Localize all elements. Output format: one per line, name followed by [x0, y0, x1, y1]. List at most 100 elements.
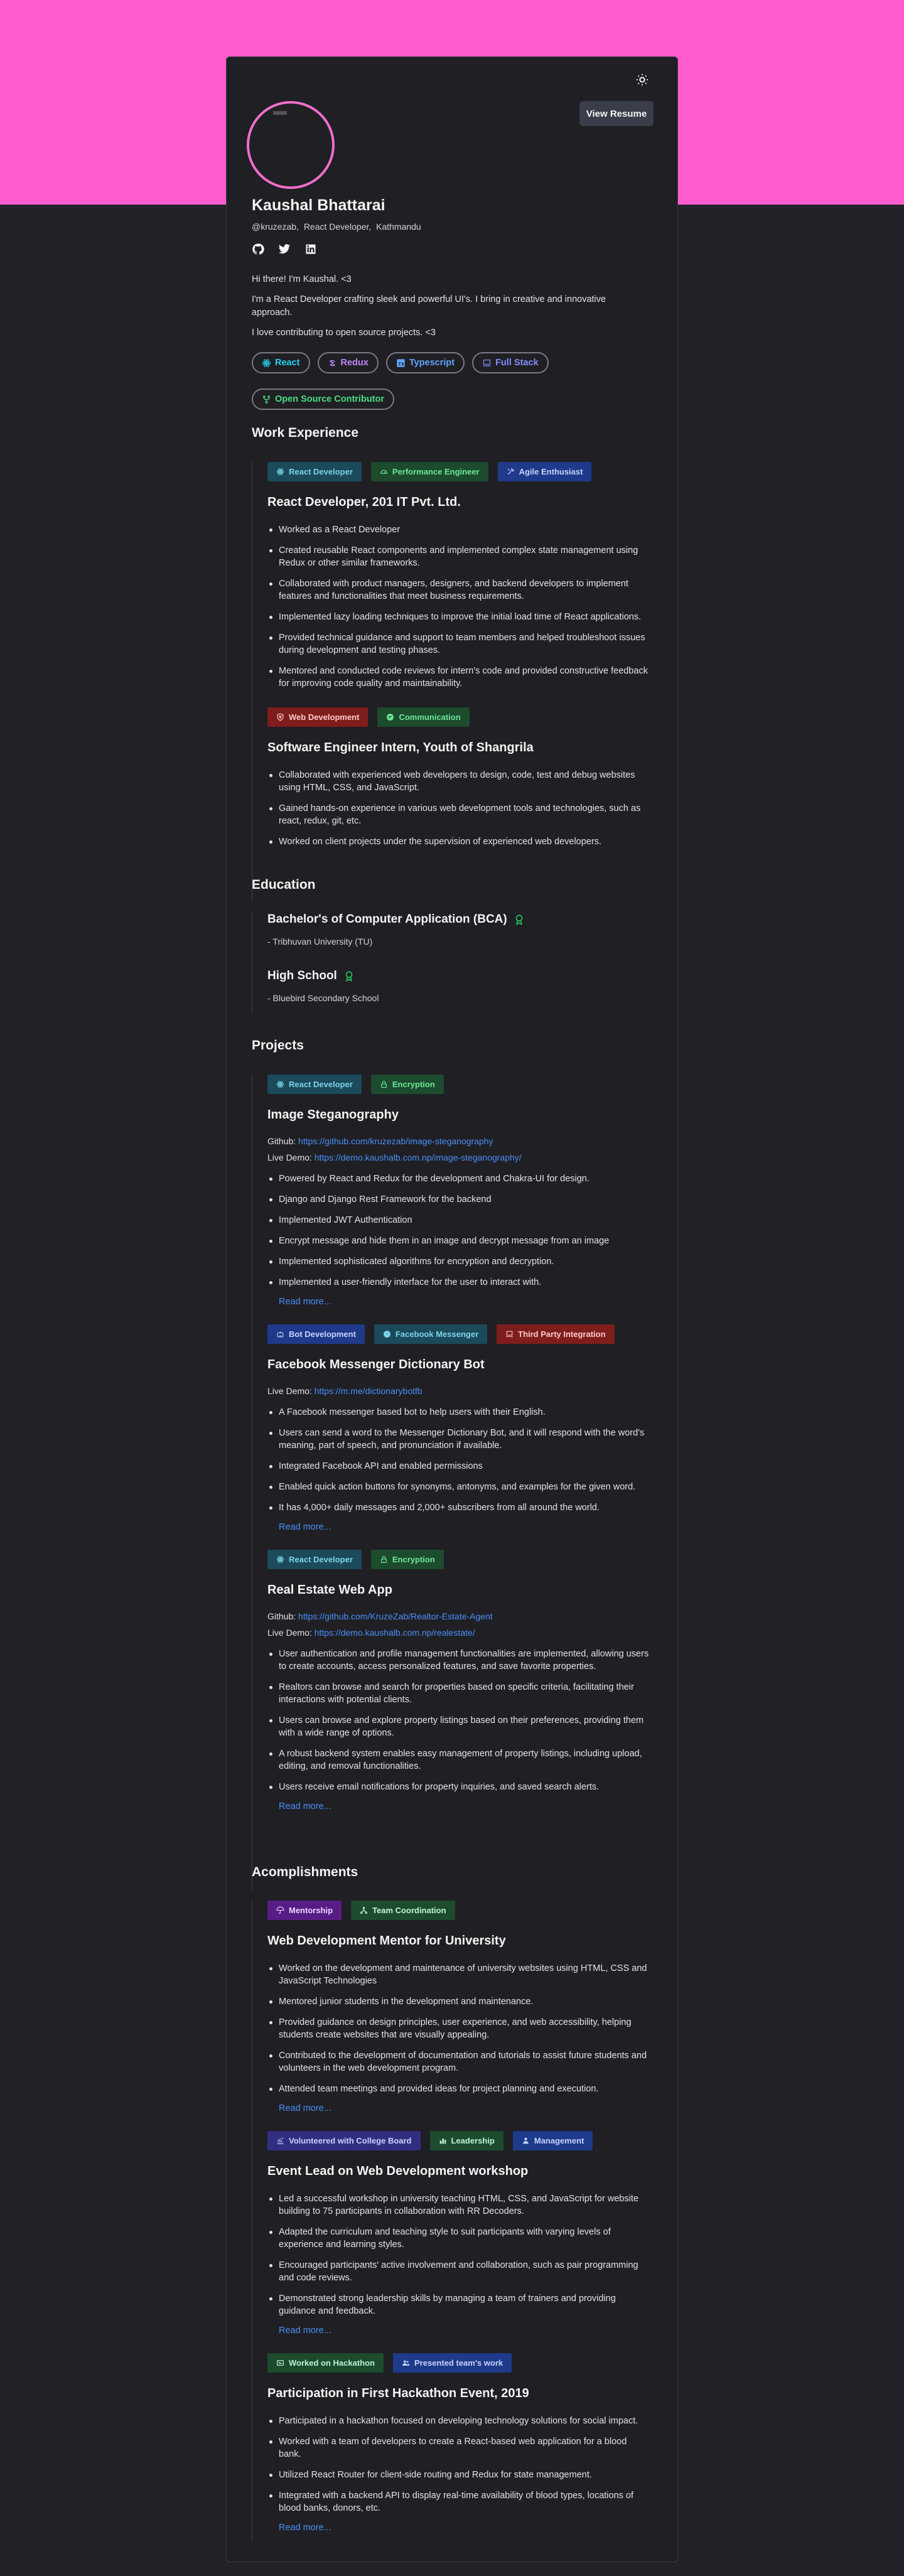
tag-badge: React Developer: [267, 1550, 362, 1569]
tag-label: Volunteered with College Board: [289, 2136, 412, 2145]
bullet-item: Gained hands-on experience in various we…: [267, 802, 650, 827]
project-title: Real Estate Web App: [267, 1583, 392, 1597]
bullet-item: Implemented lazy loading techniques to i…: [267, 611, 650, 623]
education-title-text: Bachelor's of Computer Application (BCA): [267, 913, 507, 926]
tag-badge: Communication: [377, 707, 470, 727]
education-title-text: High School: [267, 969, 337, 982]
tag-row: Bot Development Facebook Messenger Third P…: [267, 1324, 654, 1344]
bullet-item: Adapted the curriculum and teaching styl…: [267, 2226, 650, 2251]
messenger-icon: [383, 1330, 391, 1338]
users-icon: [402, 2359, 410, 2367]
skill-pill[interactable]: Redux: [317, 352, 379, 373]
tag-badge: Presented team's work: [393, 2353, 512, 2373]
react-icon: [276, 1080, 284, 1088]
theme-toggle-sun-icon[interactable]: [635, 72, 650, 87]
github-link[interactable]: https://github.com/kruzezab/image-stegan…: [298, 1136, 493, 1146]
shield-icon: [276, 713, 284, 721]
react-icon: [276, 468, 284, 476]
bullet-item: Users can send a word to the Messenger D…: [267, 1427, 650, 1452]
react-icon: [262, 358, 271, 368]
demo-link-row: Live Demo: https://demo.kaushalb.com.np/…: [267, 1628, 654, 1638]
read-more-link[interactable]: Read more...: [267, 2523, 654, 2533]
tag-label: Team Coordination: [372, 1906, 446, 1915]
github-icon[interactable]: [252, 243, 264, 255]
tag-label: Management: [534, 2136, 584, 2145]
demo-link[interactable]: https://m.me/dictionarybotfb: [315, 1386, 422, 1396]
bullet-item: Implemented JWT Authentication: [267, 1214, 650, 1226]
skill-pill[interactable]: Typescript: [385, 352, 465, 373]
bullet-list: Collaborated with experienced web develo…: [267, 769, 654, 848]
timeline-entry: Mentorship Team Coordination Web Developme…: [267, 1901, 654, 2113]
demo-link-row: Live Demo: https://demo.kaushalb.com.np/…: [267, 1152, 654, 1162]
bullet-item: Collaborated with experienced web develo…: [267, 769, 650, 794]
tag-badge: Agile Enthusiast: [497, 462, 592, 481]
bullet-item: Led a successful workshop in university …: [267, 2192, 650, 2218]
demo-link[interactable]: https://demo.kaushalb.com.np/image-stega…: [315, 1152, 522, 1162]
bullet-item: Implemented sophisticated algorithms for…: [267, 1255, 650, 1268]
tag-label: React Developer: [289, 1555, 353, 1564]
bio: Hi there! I'm Kaushal. <3 I'm a React De…: [252, 273, 628, 346]
bullet-item: Integrated with a backend API to display…: [267, 2489, 650, 2514]
tag-label: Bot Development: [289, 1329, 356, 1339]
bullet-item: Enabled quick action buttons for synonym…: [267, 1481, 650, 1493]
view-resume-button[interactable]: View Resume: [579, 101, 654, 126]
skill-pill[interactable]: Open Source Contributor: [252, 389, 394, 410]
tag-badge: Facebook Messenger: [374, 1324, 488, 1344]
read-more-link[interactable]: Read more...: [267, 2103, 654, 2113]
accomplishment-title: Event Lead on Web Development workshop: [267, 2164, 529, 2178]
tag-label: Worked on Hackathon: [289, 2358, 375, 2368]
bullet-item: Participated in a hackathon focused on d…: [267, 2415, 650, 2427]
read-more-link[interactable]: Read more...: [267, 2326, 654, 2336]
bullet-item: Worked on client projects under the supe…: [267, 835, 650, 848]
bullet-list: A Facebook messenger based bot to help u…: [267, 1406, 654, 1514]
demo-label: Live Demo:: [267, 1386, 312, 1396]
github-link[interactable]: https://github.com/KruzeZab/Realtor-Esta…: [298, 1611, 493, 1621]
tag-row: React Developer Encryption: [267, 1075, 654, 1094]
skill-pill[interactable]: Full Stack: [472, 352, 549, 373]
network-icon: [360, 1906, 368, 1914]
chart-icon: [276, 2137, 284, 2145]
timeline-entry: React Developer Encryption Real Estate Web…: [267, 1550, 654, 1811]
accomplishment-title: Web Development Mentor for University: [267, 1934, 506, 1948]
tag-row: Web Development Communication: [267, 707, 654, 727]
bar-chart-icon: [439, 2137, 447, 2145]
tag-row: React Developer Encryption: [267, 1550, 654, 1569]
timeline-entry: Worked on Hackathon Presented team's work…: [267, 2353, 654, 2533]
tag-badge: Management: [512, 2131, 593, 2150]
accomplishments-timeline: Mentorship Team Coordination Web Developme…: [252, 1901, 654, 2541]
tag-row: Volunteered with College Board Leadership…: [267, 2131, 654, 2150]
bio-line: I love contributing to open source proje…: [252, 328, 436, 338]
linkedin-icon[interactable]: [304, 243, 317, 255]
redux-icon: [328, 358, 337, 368]
profile-subtitle: @kruzezab, React Developer, Kathmandu: [252, 222, 424, 232]
bullet-item: Implemented a user-friendly interface fo…: [267, 1276, 650, 1289]
read-more-link[interactable]: Read more...: [267, 1297, 654, 1307]
skill-pill-label: Typescript: [409, 358, 455, 368]
award-icon: [514, 914, 525, 925]
read-more-link[interactable]: Read more...: [267, 1801, 654, 1811]
bullet-item: It has 4,000+ daily messages and 2,000+ …: [267, 1501, 650, 1514]
skill-pill[interactable]: React: [252, 352, 310, 373]
twitter-icon[interactable]: [278, 243, 291, 255]
gauge-icon: [380, 468, 388, 476]
accomplishments-heading: Acomplishments: [252, 1865, 358, 1879]
bio-line: Hi there! I'm Kaushal. <3: [252, 274, 352, 284]
tag-label: Mentorship: [289, 1906, 333, 1915]
tag-badge: Performance Engineer: [370, 462, 488, 481]
card-icon: [276, 2359, 284, 2367]
education-title: Bachelor's of Computer Application (BCA): [267, 913, 654, 926]
bullet-item: A Facebook messenger based bot to help u…: [267, 1406, 650, 1419]
bullet-item: Mentored junior students in the developm…: [267, 1995, 650, 2008]
bullet-item: Utilized React Router for client-side ro…: [267, 2469, 650, 2481]
bullet-item: Provided guidance on design principles, …: [267, 2016, 650, 2041]
demo-link-row: Live Demo: https://m.me/dictionarybotfb: [267, 1386, 654, 1396]
bullet-item: Mentored and conducted code reviews for …: [267, 665, 650, 690]
read-more-link[interactable]: Read more...: [267, 1522, 654, 1532]
bullet-item: Worked as a React Developer: [267, 523, 650, 536]
tag-label: Performance Engineer: [392, 467, 480, 476]
project-title: Image Steganography: [267, 1108, 399, 1122]
bullet-item: Users receive email notifications for pr…: [267, 1781, 650, 1793]
tag-label: Agile Enthusiast: [519, 467, 583, 476]
demo-link[interactable]: https://demo.kaushalb.com.np/realestate/: [315, 1628, 475, 1638]
projects-heading: Projects: [252, 1038, 304, 1053]
